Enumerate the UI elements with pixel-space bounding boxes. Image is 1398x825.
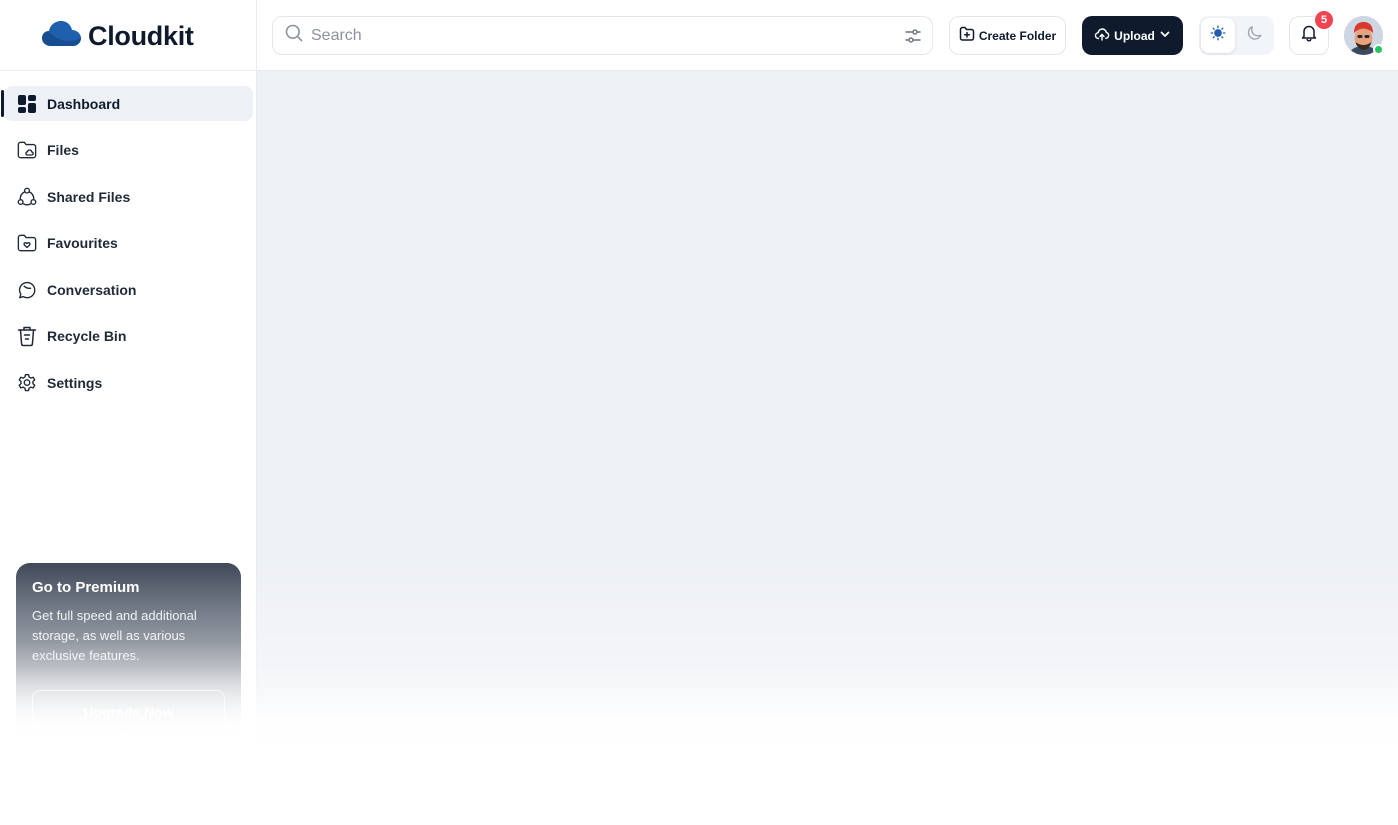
light-mode-button[interactable] [1201,18,1235,53]
conversation-icon [17,280,37,300]
cloud-upload-icon [1094,26,1110,45]
theme-toggle[interactable] [1199,16,1274,55]
premium-description: Get full speed and additional storage, a… [32,608,197,663]
sidebar-item-label: Shared Files [47,188,131,205]
sidebar: Cloudkit Dashboard Files Shared Files Fa… [0,0,257,825]
upload-label: Upload [1114,28,1155,43]
cloud-logo-icon [42,20,82,52]
main-content [257,71,1398,825]
upload-button[interactable]: Upload [1082,16,1183,55]
sidebar-item-label: Recycle Bin [47,328,127,345]
sidebar-item-shared-files[interactable]: Shared Files [4,179,253,214]
search-input[interactable] [311,26,871,45]
sidebar-item-label: Conversation [47,281,137,298]
chevron-down-icon [1159,28,1171,43]
settings-icon [17,373,37,393]
sidebar-item-dashboard[interactable]: Dashboard [1,86,253,121]
sidebar-item-settings[interactable]: Settings [4,366,253,401]
sidebar-item-favourites[interactable]: Favourites [4,226,253,261]
create-folder-label: Create Folder [978,28,1057,43]
sidebar-item-label: Dashboard [47,95,121,112]
bell-icon [1300,24,1318,47]
filter-sliders-icon[interactable] [904,27,922,45]
sidebar-item-recycle-bin[interactable]: Recycle Bin [4,319,253,354]
shared-files-icon [17,187,37,207]
notification-count-badge: 5 [1314,10,1334,30]
sidebar-item-conversation[interactable]: Conversation [4,272,253,307]
sidebar-item-label: Files [47,142,79,159]
top-header: Create Folder Upload [257,0,1398,71]
files-icon [17,140,37,160]
upgrade-now-button[interactable]: Upgrade Now [32,690,225,734]
premium-card: Go to Premium Get full speed and additio… [16,563,241,738]
dark-mode-button[interactable] [1238,18,1272,53]
premium-title: Go to Premium [32,579,140,596]
dashboard-icon [17,94,37,114]
recycle-bin-icon [17,326,37,347]
sidebar-divider [0,70,257,71]
sidebar-item-label: Favourites [47,235,118,252]
sidebar-item-label: Settings [47,375,103,392]
folder-plus-icon [959,26,975,45]
app-name: Cloudkit [88,20,194,51]
sidebar-item-files[interactable]: Files [4,133,253,168]
moon-icon [1247,25,1263,46]
create-folder-button[interactable]: Create Folder [949,16,1066,55]
search-icon [285,24,303,47]
app-logo[interactable]: Cloudkit [42,18,194,54]
sun-icon [1210,25,1226,46]
online-status-indicator [1373,44,1384,55]
search-bar[interactable] [272,16,933,55]
sidebar-nav: Dashboard Files Shared Files Favourites … [0,86,257,412]
favourites-icon [17,233,37,253]
